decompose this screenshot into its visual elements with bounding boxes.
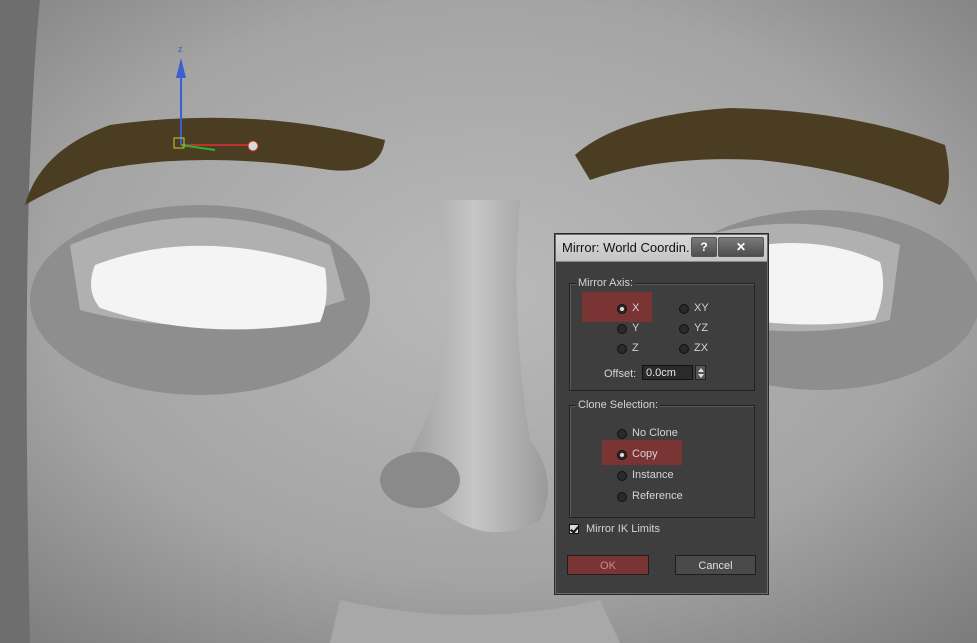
offset-input[interactable]	[642, 365, 693, 380]
spinner-up-icon[interactable]	[698, 368, 704, 372]
help-button[interactable]: ?	[691, 237, 717, 257]
radio-label: Y	[632, 322, 640, 334]
checkbox-checked-icon[interactable]	[569, 524, 579, 534]
radio-dot	[617, 450, 627, 460]
radio-dot	[617, 492, 627, 502]
radio-label: No Clone	[632, 427, 678, 439]
radio-label: X	[632, 302, 640, 314]
ok-button[interactable]: OK	[567, 555, 649, 575]
radio-dot	[617, 304, 627, 314]
offset-label: Offset:	[604, 368, 637, 380]
spinner-down-icon[interactable]	[698, 374, 704, 378]
dialog-title: Mirror: World Coordin...	[562, 240, 690, 255]
radio-dot	[679, 304, 689, 314]
radio-dot	[617, 429, 627, 439]
radio-label: ZX	[694, 342, 709, 354]
radio-label: YZ	[694, 322, 709, 334]
radio-dot	[617, 344, 627, 354]
cancel-button[interactable]: Cancel	[675, 555, 756, 575]
gizmo-pivot	[247, 140, 259, 152]
radio-label: XY	[694, 302, 709, 314]
clone-selection-group: Clone Selection: No Clone Copy Instance …	[569, 399, 755, 518]
mirror-axis-legend: Mirror Axis:	[576, 277, 635, 289]
clone-selection-legend: Clone Selection:	[576, 399, 661, 411]
close-button[interactable]: ✕	[718, 237, 764, 257]
radio-dot	[617, 324, 627, 334]
radio-dot	[679, 344, 689, 354]
dialog-titlebar[interactable]: Mirror: World Coordin... ? ✕	[556, 235, 767, 262]
mirror-dialog: Mirror: World Coordin... ? ✕ Mirror Axis…	[555, 234, 768, 594]
mirror-ik-label: Mirror IK Limits	[586, 523, 660, 535]
offset-spinner[interactable]	[695, 365, 706, 380]
viewport-3d[interactable]: z	[0, 0, 977, 643]
radio-label: Z	[632, 342, 639, 354]
radio-label: Instance	[632, 469, 674, 481]
radio-dot	[617, 471, 627, 481]
nostril-left	[380, 452, 460, 508]
radio-dot	[679, 324, 689, 334]
radio-label: Copy	[632, 448, 658, 460]
radio-label: Reference	[632, 490, 683, 502]
gizmo-z-label: z	[178, 44, 183, 54]
